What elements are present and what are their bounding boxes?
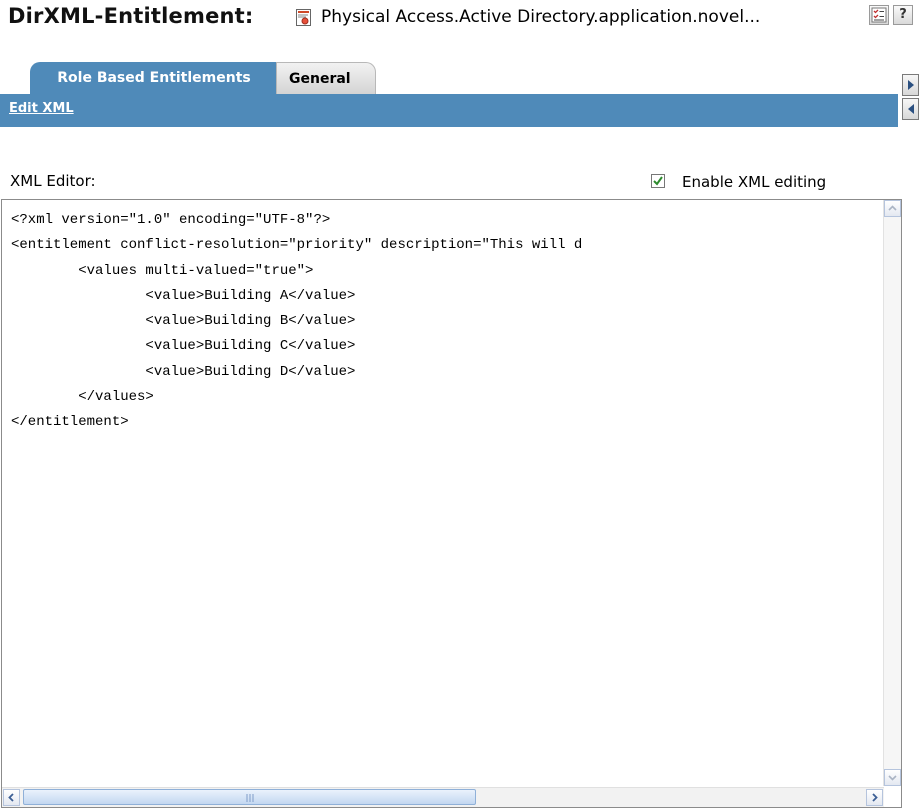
edit-xml-link[interactable]: Edit XML bbox=[9, 101, 74, 116]
code-line: <values multi-valued="true"> bbox=[11, 262, 314, 279]
code-line: <value>Building B</value> bbox=[11, 313, 356, 330]
scroll-right-icon[interactable] bbox=[866, 789, 883, 806]
code-line: <?xml version="1.0" encoding="UTF-8"?> bbox=[11, 212, 331, 228]
xml-editor-label: XML Editor: bbox=[10, 172, 96, 190]
page-title: DirXML-Entitlement: bbox=[8, 4, 254, 28]
code-line: <value>Building A</value> bbox=[11, 287, 356, 304]
xml-code: <?xml version="1.0" encoding="UTF-8"?> <e… bbox=[11, 208, 881, 436]
arrow-left-icon[interactable] bbox=[902, 98, 919, 120]
scroll-up-icon[interactable] bbox=[884, 200, 901, 217]
entitlement-object-icon bbox=[296, 9, 311, 26]
tab-role-based-entitlements[interactable]: Role Based Entitlements bbox=[30, 62, 278, 94]
arrow-right-icon[interactable] bbox=[902, 74, 919, 96]
vertical-scrollbar[interactable] bbox=[883, 200, 901, 786]
horizontal-scrollbar[interactable] bbox=[2, 787, 884, 807]
tab-bar: Role Based Entitlements General bbox=[0, 62, 919, 94]
xml-editor-textarea[interactable]: <?xml version="1.0" encoding="UTF-8"?> <e… bbox=[1, 199, 902, 808]
object-name: Physical Access.Active Directory.applica… bbox=[321, 7, 761, 27]
scroll-left-icon[interactable] bbox=[3, 789, 20, 806]
horizontal-scroll-thumb[interactable] bbox=[23, 789, 476, 805]
code-line: <value>Building C</value> bbox=[11, 338, 356, 355]
code-line: <entitlement conflict-resolution="priori… bbox=[11, 237, 583, 254]
checklist-icon[interactable] bbox=[869, 5, 889, 25]
code-line: <value>Building D</value> bbox=[11, 363, 356, 380]
subnav-bar bbox=[0, 94, 898, 127]
tab-general[interactable]: General bbox=[276, 62, 376, 94]
enable-xml-editing-label[interactable]: Enable XML editing bbox=[682, 173, 826, 191]
scroll-down-icon[interactable] bbox=[884, 769, 901, 786]
help-icon[interactable]: ? bbox=[893, 5, 913, 25]
code-line: </values> bbox=[11, 389, 154, 406]
enable-xml-editing-checkbox[interactable] bbox=[651, 174, 665, 188]
code-line: </entitlement> bbox=[11, 414, 129, 431]
